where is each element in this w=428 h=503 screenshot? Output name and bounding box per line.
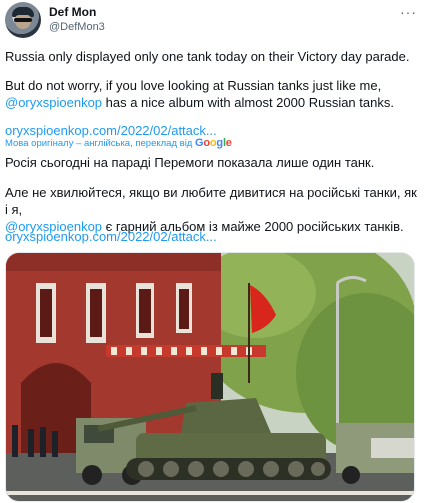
mention-link[interactable]: @oryxspioenkop: [5, 95, 102, 110]
more-options-icon[interactable]: ···: [400, 4, 417, 20]
tweet-text-line2-part1: But do not worry, if you love looking at…: [5, 78, 382, 93]
translation-note[interactable]: Мова оригіналу – англійська, переклад ві…: [5, 137, 232, 149]
tank-parade-image: [6, 253, 414, 501]
tweet-header: Def Mon @DefMon3 ···: [5, 2, 423, 40]
tweet-photo[interactable]: [5, 252, 415, 502]
tweet-text-line2-part2: has a nice album with almost 2000 Russia…: [102, 95, 394, 110]
translated-external-link[interactable]: oryxspioenkop.com/2022/02/attack...: [5, 228, 423, 245]
google-logo: Google: [194, 137, 232, 149]
avatar[interactable]: [5, 2, 41, 38]
translated-text-line1: Росія сьогодні на параді Перемоги показа…: [5, 155, 375, 170]
translated-text-line2-part1: Але не хвилюйтеся, якщо ви любите дивити…: [5, 185, 417, 217]
author-name[interactable]: Def Mon: [49, 5, 96, 19]
author-handle[interactable]: @DefMon3: [49, 21, 105, 33]
translation-note-text: Мова оригіналу – англійська, переклад ві…: [5, 138, 193, 149]
tweet-text-line1: Russia only displayed only one tank toda…: [5, 49, 410, 64]
tweet-text-paragraph2: But do not worry, if you love looking at…: [5, 77, 423, 111]
